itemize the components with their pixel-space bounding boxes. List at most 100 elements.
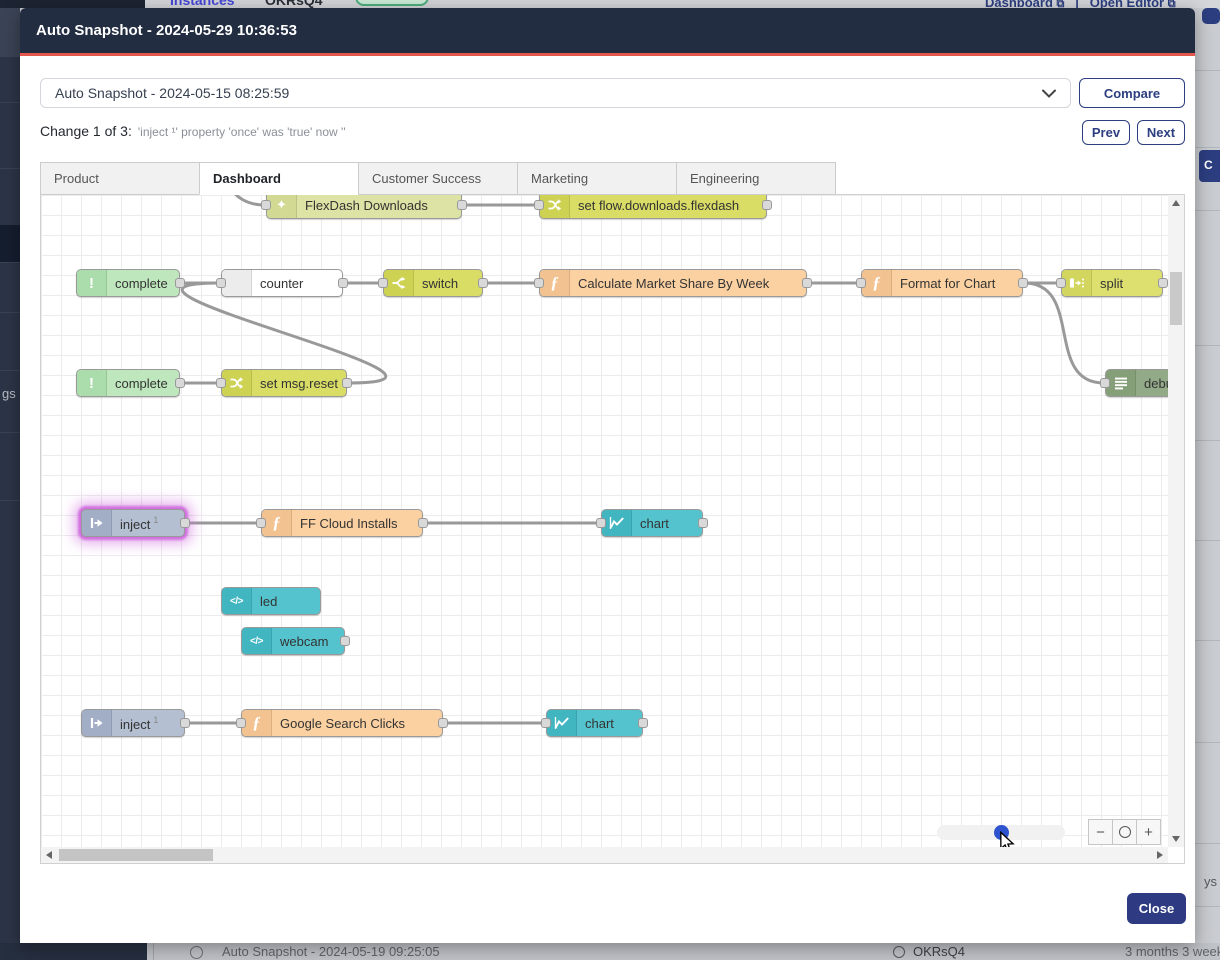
flow-node-led[interactable]: </>led — [221, 587, 321, 615]
flow-node-chart1[interactable]: chart — [601, 509, 703, 537]
flow-node-inject1[interactable]: inject1 — [81, 509, 185, 537]
background-sidebar-header — [0, 0, 145, 8]
flow-node-inject2[interactable]: inject1 — [81, 709, 185, 737]
node-label: FlexDash Downloads — [305, 198, 428, 213]
node-input-port — [216, 278, 226, 288]
function-icon: ƒ — [262, 510, 292, 536]
status-pill — [355, 0, 429, 6]
flow-node-switch1[interactable]: switch — [383, 269, 483, 297]
flow-node-complete1[interactable]: !complete — [76, 269, 180, 297]
page: Instances OKRsQ4 Dashboard ⧉ | Open Edit… — [0, 0, 1220, 960]
flow-node-setmsgreset[interactable]: set msg.reset — [221, 369, 347, 397]
node-label-superscript: 1 — [153, 515, 158, 525]
node-input-port — [261, 200, 271, 210]
tab-customer-success[interactable]: Customer Success — [358, 162, 518, 195]
node-output-port — [175, 378, 185, 388]
prev-button[interactable]: Prev — [1082, 120, 1130, 145]
tab-dashboard[interactable]: Dashboard — [199, 162, 359, 195]
horizontal-scrollbar[interactable] — [41, 847, 1168, 863]
flow-wire — [1024, 283, 1104, 383]
node-label: debug — [1144, 376, 1168, 391]
snapshot-select[interactable]: Auto Snapshot - 2024-05-15 08:25:59 — [40, 78, 1071, 108]
change-icon — [222, 370, 252, 396]
node-input-port — [541, 718, 551, 728]
node-label: split — [1100, 276, 1123, 291]
background-partial-text: ys — [1204, 874, 1217, 889]
vertical-scrollbar[interactable] — [1168, 195, 1184, 847]
node-input-port — [216, 378, 226, 388]
flow-tabs: ProductDashboardCustomer SuccessMarketin… — [40, 162, 1185, 195]
node-label: led — [260, 594, 277, 609]
snapshot-select-value: Auto Snapshot - 2024-05-15 08:25:59 — [55, 85, 289, 101]
node-output-port — [340, 636, 350, 646]
node-input-port — [1100, 378, 1110, 388]
tab-product[interactable]: Product — [40, 162, 200, 195]
node-label: Google Search Clicks — [280, 716, 405, 731]
flow-node-format[interactable]: ƒFormat for Chart — [861, 269, 1023, 297]
scroll-down-icon[interactable] — [1172, 836, 1180, 842]
change-detail: 'inject ¹' property 'once' was 'true' no… — [138, 125, 346, 139]
node-output-port — [698, 518, 708, 528]
close-button[interactable]: Close — [1127, 893, 1186, 924]
flow-canvas[interactable]: − + ✦FlexDash Downloads set flow.download… — [41, 195, 1168, 847]
flow-node-flexdash[interactable]: ✦FlexDash Downloads — [266, 195, 462, 219]
flow-node-chart2[interactable]: chart — [546, 709, 643, 737]
node-label: set msg.reset — [260, 376, 338, 391]
node-output-port — [1158, 278, 1168, 288]
node-input-port — [856, 278, 866, 288]
scroll-right-icon[interactable] — [1157, 851, 1163, 859]
mouse-cursor — [999, 831, 1016, 847]
node-output-port — [338, 278, 348, 288]
flow-node-debug1[interactable]: debug — [1105, 369, 1168, 397]
flow-canvas-area: − + ✦FlexDash Downloads set flow.download… — [40, 194, 1185, 864]
horizontal-scroll-thumb[interactable] — [59, 849, 213, 861]
flow-node-counter[interactable]: counter — [221, 269, 343, 297]
node-output-port — [418, 518, 428, 528]
next-button[interactable]: Next — [1137, 120, 1185, 145]
node-label-superscript: 1 — [153, 715, 158, 725]
zoom-in-button[interactable]: + — [1136, 819, 1161, 845]
flow-node-setflow[interactable]: set flow.downloads.flexdash — [539, 195, 767, 219]
sidebar-selected-item — [0, 225, 20, 262]
node-label: chart — [640, 516, 669, 531]
dialog-title: Auto Snapshot - 2024-05-29 10:36:53 — [36, 22, 297, 39]
zoom-reset-button[interactable] — [1112, 819, 1137, 845]
complete-icon: ! — [77, 370, 107, 396]
node-input-port — [596, 518, 606, 528]
flow-node-calc[interactable]: ƒCalculate Market Share By Week — [539, 269, 807, 297]
function-icon: ƒ — [242, 710, 272, 736]
zoom-out-button[interactable]: − — [1088, 819, 1113, 845]
flow-node-gsc[interactable]: ƒ Google Search Clicks — [241, 709, 443, 737]
instances-link: Instances — [170, 0, 235, 8]
inject-icon — [82, 510, 112, 536]
node-label: set flow.downloads.flexdash — [578, 198, 739, 213]
node-output-port — [762, 200, 772, 210]
scroll-left-icon[interactable] — [46, 851, 52, 859]
background-project-label: OKRsQ4 — [913, 944, 965, 959]
node-input-port — [236, 718, 246, 728]
links-divider: | — [1075, 0, 1079, 8]
background-snapshot-label: Auto Snapshot - 2024-05-19 09:25:05 — [222, 944, 440, 959]
flow-node-split1[interactable]: split — [1061, 269, 1163, 297]
switch-icon — [384, 270, 414, 296]
topbar-links: Dashboard ⧉ | Open Editor ⧉ — [985, 0, 1176, 8]
flow-wire — [182, 283, 386, 383]
tab-engineering[interactable]: Engineering — [676, 162, 836, 195]
background-sidebar: gs — [0, 8, 20, 943]
tab-marketing[interactable]: Marketing — [517, 162, 677, 195]
scroll-up-icon[interactable] — [1172, 200, 1180, 206]
flow-node-ffcloud[interactable]: ƒFF Cloud Installs — [261, 509, 423, 537]
node-output-port — [1018, 278, 1028, 288]
node-output-port — [438, 718, 448, 728]
node-output-port — [638, 718, 648, 728]
node-input-port — [256, 518, 266, 528]
dashboard-link: Dashboard — [985, 0, 1053, 8]
flow-node-webcam[interactable]: </>webcam — [241, 627, 345, 655]
change-summary: Change 1 of 3:'inject ¹' property 'once'… — [40, 120, 346, 139]
node-output-port — [342, 378, 352, 388]
flow-node-complete2[interactable]: !complete — [76, 369, 180, 397]
node-label: Calculate Market Share By Week — [578, 276, 769, 291]
compare-button[interactable]: Compare — [1079, 78, 1185, 108]
vertical-scroll-thumb[interactable] — [1170, 272, 1182, 325]
node-output-port — [180, 518, 190, 528]
